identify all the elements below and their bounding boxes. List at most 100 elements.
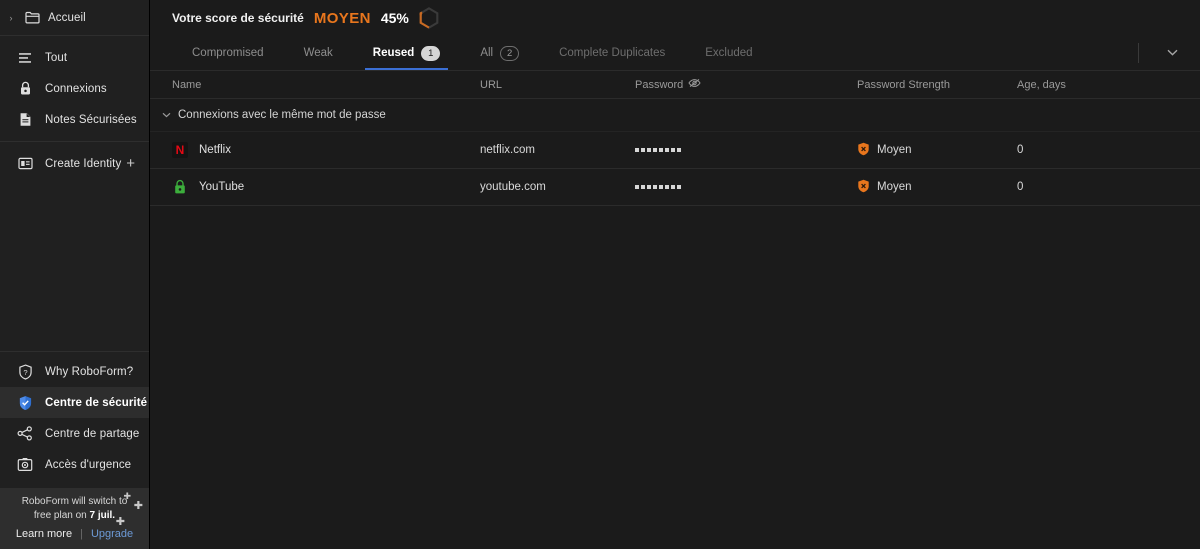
tab-separator: [1138, 43, 1139, 63]
password-dot: [647, 148, 651, 152]
sidebar-home-label: Accueil: [48, 11, 86, 24]
promo-line-2-text: free plan on: [33, 510, 90, 521]
cell-age: 0: [1017, 144, 1024, 156]
eye-off-icon[interactable]: [688, 78, 701, 91]
tab-bar: Compromised Weak Reused 1 All 2 Complete…: [150, 36, 1200, 71]
app-root: › Accueil Tout Connexions Notes Sécurisé…: [0, 0, 1200, 549]
table-row[interactable]: N Netflix netflix.com Moyen 0: [150, 132, 1200, 169]
shield-warning-icon: [857, 142, 870, 159]
tab-excluded[interactable]: Excluded: [685, 36, 772, 70]
sidebar-item-label: Notes Sécurisées: [45, 113, 137, 126]
upgrade-promo-banner[interactable]: ✚ ✚ ✚ RoboForm will switch to free plan …: [0, 488, 149, 549]
score-percent: 45%: [380, 10, 409, 26]
column-header-password-strength[interactable]: Password Strength: [857, 79, 1017, 91]
password-dot: [647, 185, 651, 189]
sidebar-item-create-identity[interactable]: Create Identity +: [0, 148, 149, 179]
tab-label: Weak: [303, 47, 333, 59]
sidebar-item-connexions[interactable]: Connexions: [0, 73, 149, 104]
chevron-down-icon[interactable]: [1161, 47, 1184, 59]
group-label: Connexions avec le même mot de passe: [178, 109, 386, 121]
sidebar: › Accueil Tout Connexions Notes Sécurisé…: [0, 0, 150, 549]
password-dot: [677, 148, 681, 152]
password-dot: [671, 185, 675, 189]
sidebar-item-label: Centre de partage: [45, 427, 140, 440]
password-dot: [635, 185, 639, 189]
collapse-caret-icon[interactable]: [162, 110, 171, 120]
score-level: MOYEN: [313, 9, 371, 27]
upgrade-link[interactable]: Upgrade: [91, 528, 133, 540]
cell-age: 0: [1017, 181, 1024, 193]
cell-url: youtube.com: [480, 181, 546, 193]
table-body: N Netflix netflix.com Moyen 0 YouTube yo…: [150, 132, 1200, 549]
password-dot: [671, 148, 675, 152]
tab-bar-right: [1138, 36, 1200, 70]
add-identity-button[interactable]: +: [126, 156, 135, 171]
netflix-icon: N: [172, 142, 188, 158]
cell-password[interactable]: [635, 185, 857, 189]
tab-compromised[interactable]: Compromised: [172, 36, 284, 70]
tab-badge-count: 2: [500, 45, 520, 61]
password-dot: [659, 185, 663, 189]
question-shield-icon: ?: [16, 363, 34, 381]
lock-icon: [16, 80, 34, 98]
sidebar-item-label: Tout: [45, 51, 68, 64]
sparkle-icon: ✚: [133, 500, 143, 512]
promo-divider: |: [80, 528, 83, 540]
sidebar-group-bottom: ? Why RoboForm? Centre de sécurité Centr…: [0, 351, 149, 480]
strength-label: Moyen: [877, 144, 912, 156]
sidebar-item-centre-de-partage[interactable]: Centre de partage: [0, 418, 149, 449]
green-lock-icon: [172, 179, 188, 195]
tab-label: All: [480, 47, 494, 59]
column-header-password[interactable]: Password: [635, 78, 857, 91]
sidebar-group-main: Tout Connexions Notes Sécurisées: [0, 36, 149, 142]
security-score-header: Votre score de sécurité MOYEN 45%: [150, 0, 1200, 36]
note-icon: [16, 111, 34, 129]
identity-card-icon: [16, 155, 34, 173]
sparkle-icon: ✚: [115, 516, 125, 528]
tab-complete-duplicates[interactable]: Complete Duplicates: [539, 36, 685, 70]
tab-badge-count: 1: [421, 45, 441, 61]
column-header-name[interactable]: Name: [150, 79, 480, 91]
sidebar-item-label: Create Identity: [45, 157, 122, 170]
sidebar-item-why-roboform[interactable]: ? Why RoboForm?: [0, 356, 149, 387]
expand-caret-icon[interactable]: ›: [6, 13, 16, 23]
promo-links: Learn more | Upgrade: [8, 528, 141, 540]
cell-password-strength: Moyen: [857, 142, 1017, 159]
sidebar-item-notes-securisees[interactable]: Notes Sécurisées: [0, 104, 149, 135]
main-content: Votre score de sécurité MOYEN 45% Compro…: [150, 0, 1200, 549]
sidebar-item-home[interactable]: › Accueil: [0, 0, 149, 36]
group-row[interactable]: Connexions avec le même mot de passe: [150, 99, 1200, 132]
tab-weak[interactable]: Weak: [284, 36, 353, 70]
promo-line-1: RoboForm will switch to: [21, 496, 128, 507]
column-header-url[interactable]: URL: [480, 79, 635, 91]
cell-name: YouTube: [150, 179, 480, 195]
emergency-icon: [16, 456, 34, 474]
score-hexagon-gauge-icon: [419, 7, 439, 29]
tab-label: Excluded: [705, 47, 753, 59]
promo-date: 7 juil.: [89, 510, 116, 521]
tab-label: Compromised: [192, 47, 264, 59]
security-shield-icon: [16, 394, 34, 412]
sidebar-item-acces-durgence[interactable]: Accès d'urgence: [0, 449, 149, 480]
cell-url: netflix.com: [480, 144, 535, 156]
tab-reused[interactable]: Reused 1: [353, 36, 461, 70]
sidebar-item-label: Why RoboForm?: [45, 365, 134, 378]
svg-text:?: ?: [23, 368, 27, 377]
sidebar-group-create: Create Identity +: [0, 142, 149, 185]
sidebar-item-label: Accès d'urgence: [45, 458, 132, 471]
column-header-age[interactable]: Age, days: [1017, 79, 1137, 91]
cell-password-strength: Moyen: [857, 179, 1017, 196]
folder-icon: [23, 9, 41, 27]
password-dot: [665, 148, 669, 152]
sidebar-item-centre-de-securite[interactable]: Centre de sécurité: [0, 387, 149, 418]
sidebar-item-tout[interactable]: Tout: [0, 42, 149, 73]
netflix-letter: N: [175, 143, 185, 157]
tab-all[interactable]: All 2: [460, 36, 539, 70]
password-dot: [653, 185, 657, 189]
table-row[interactable]: YouTube youtube.com Moyen 0: [150, 169, 1200, 206]
tab-label: Complete Duplicates: [559, 47, 666, 59]
learn-more-link[interactable]: Learn more: [16, 528, 72, 540]
password-dot: [641, 148, 645, 152]
cell-password[interactable]: [635, 148, 857, 152]
